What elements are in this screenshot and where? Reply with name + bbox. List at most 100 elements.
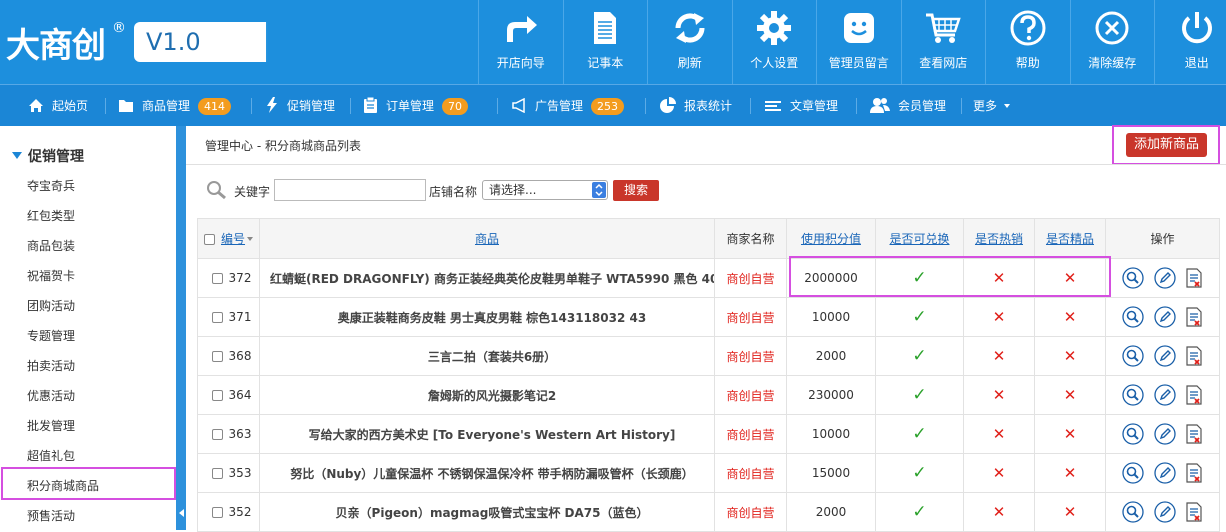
sidebar-item[interactable]: 超值礼包 bbox=[27, 447, 75, 464]
sidebar-item[interactable]: 预售活动 bbox=[27, 507, 75, 524]
topnav-notepad[interactable]: 记事本 bbox=[562, 0, 648, 84]
nav-more[interactable]: 更多 bbox=[973, 85, 1010, 127]
keyword-input[interactable] bbox=[274, 179, 426, 201]
row-checkbox[interactable] bbox=[211, 429, 223, 440]
sidebar-item[interactable]: 专题管理 bbox=[27, 327, 75, 344]
edit-icon[interactable] bbox=[1153, 267, 1176, 289]
points-value[interactable]: 230000 bbox=[786, 375, 876, 415]
goods-name[interactable]: 贝亲（Pigeon）magmag吸管式宝宝杯 DA75（蓝色） bbox=[259, 492, 715, 532]
hot-status[interactable]: ✕ bbox=[963, 414, 1035, 454]
sidebar-item[interactable]: 夺宝奇兵 bbox=[27, 177, 75, 194]
delete-doc-icon[interactable] bbox=[1185, 463, 1203, 483]
best-status[interactable]: ✕ bbox=[1034, 297, 1106, 337]
select-all-checkbox[interactable] bbox=[204, 234, 215, 245]
header-id-label[interactable]: 编号 bbox=[221, 232, 245, 246]
header-best[interactable]: 是否精品 bbox=[1034, 218, 1106, 259]
collapse-arrow-icon[interactable] bbox=[179, 509, 184, 517]
best-status[interactable]: ✕ bbox=[1034, 492, 1106, 532]
sidebar-item[interactable]: 批发管理 bbox=[27, 417, 75, 434]
exchange-status[interactable]: ✓ bbox=[875, 453, 964, 493]
edit-icon[interactable] bbox=[1153, 306, 1176, 328]
topnav-admin-message[interactable]: 管理员留言 bbox=[816, 0, 901, 84]
delete-doc-icon[interactable] bbox=[1185, 385, 1203, 405]
header-id[interactable]: 编号 bbox=[197, 218, 260, 259]
delete-doc-icon[interactable] bbox=[1185, 424, 1203, 444]
topnav-help[interactable]: 帮助 bbox=[985, 0, 1070, 84]
row-checkbox[interactable] bbox=[211, 468, 223, 479]
points-value[interactable]: 10000 bbox=[786, 414, 876, 454]
row-checkbox[interactable] bbox=[211, 390, 223, 401]
best-status[interactable]: ✕ bbox=[1034, 453, 1106, 493]
delete-doc-icon[interactable] bbox=[1185, 346, 1203, 366]
edit-icon[interactable] bbox=[1153, 345, 1176, 367]
view-icon[interactable] bbox=[1122, 423, 1144, 445]
add-goods-button[interactable]: 添加新商品 bbox=[1126, 133, 1207, 157]
hot-status[interactable]: ✕ bbox=[963, 375, 1035, 415]
sidebar-item[interactable]: 优惠活动 bbox=[27, 387, 75, 404]
delete-doc-icon[interactable] bbox=[1185, 502, 1203, 522]
sidebar-item-active[interactable]: 积分商城商品 bbox=[27, 477, 99, 494]
points-value[interactable]: 10000 bbox=[786, 297, 876, 337]
edit-icon[interactable] bbox=[1153, 384, 1176, 406]
nav-ads[interactable]: 广告管理 253 bbox=[511, 85, 625, 127]
header-goods[interactable]: 商品 bbox=[259, 218, 715, 259]
view-icon[interactable] bbox=[1122, 384, 1144, 406]
exchange-status[interactable]: ✓ bbox=[875, 414, 964, 454]
row-checkbox[interactable] bbox=[211, 273, 223, 284]
nav-members[interactable]: 会员管理 bbox=[870, 85, 946, 127]
goods-name[interactable]: 奥康正装鞋商务皮鞋 男士真皮男鞋 棕色143118032 43 bbox=[259, 297, 715, 337]
topnav-personal-settings[interactable]: 个人设置 bbox=[731, 0, 817, 84]
goods-name[interactable]: 努比（Nuby）儿童保温杯 不锈钢保温保冷杯 带手柄防漏吸管杯（长颈鹿） bbox=[259, 453, 715, 493]
view-icon[interactable] bbox=[1122, 306, 1144, 328]
topnav-clear-cache[interactable]: 清除缓存 bbox=[1069, 0, 1155, 84]
goods-name[interactable]: 三言二拍（套装共6册） bbox=[259, 336, 715, 376]
delete-doc-icon[interactable] bbox=[1185, 268, 1203, 288]
exchange-status[interactable]: ✓ bbox=[875, 297, 964, 337]
header-points[interactable]: 使用积分值 bbox=[786, 218, 876, 259]
hot-status[interactable]: ✕ bbox=[963, 336, 1035, 376]
nav-promotion[interactable]: 促销管理 bbox=[265, 85, 335, 127]
best-status[interactable]: ✕ bbox=[1034, 414, 1106, 454]
nav-orders[interactable]: 订单管理 70 bbox=[363, 85, 469, 127]
exchange-status[interactable]: ✓ bbox=[875, 336, 964, 376]
points-value[interactable]: 15000 bbox=[786, 453, 876, 493]
exchange-status[interactable]: ✓ bbox=[875, 375, 964, 415]
edit-icon[interactable] bbox=[1153, 423, 1176, 445]
topnav-open-store-wizard[interactable]: 开店向导 bbox=[478, 0, 563, 84]
header-hot[interactable]: 是否热销 bbox=[963, 218, 1035, 259]
sidebar-item[interactable]: 商品包装 bbox=[27, 237, 75, 254]
view-icon[interactable] bbox=[1122, 267, 1144, 289]
header-exchange[interactable]: 是否可兑换 bbox=[875, 218, 964, 259]
edit-icon[interactable] bbox=[1153, 501, 1176, 523]
nav-home[interactable]: 起始页 bbox=[28, 85, 88, 127]
sidebar-item[interactable]: 拍卖活动 bbox=[27, 357, 75, 374]
nav-goods[interactable]: 商品管理 414 bbox=[118, 85, 232, 127]
sidebar-item[interactable]: 红包类型 bbox=[27, 207, 75, 224]
row-checkbox[interactable] bbox=[211, 312, 223, 323]
hot-status[interactable]: ✕ bbox=[963, 492, 1035, 532]
search-button[interactable]: 搜索 bbox=[613, 180, 659, 201]
hot-status[interactable]: ✕ bbox=[963, 453, 1035, 493]
sidebar-item[interactable]: 团购活动 bbox=[27, 297, 75, 314]
goods-name[interactable]: 写给大家的西方美术史 [To Everyone's Western Art Hi… bbox=[259, 414, 715, 454]
row-checkbox[interactable] bbox=[211, 507, 223, 518]
breadcrumb-root[interactable]: 管理中心 bbox=[205, 139, 253, 153]
nav-reports[interactable]: 报表统计 bbox=[660, 85, 732, 127]
sidebar-collapse-bar[interactable] bbox=[176, 126, 186, 530]
logo[interactable]: 大商创 ® V1.0 bbox=[0, 0, 268, 84]
topnav-view-store[interactable]: 查看网店 bbox=[900, 0, 986, 84]
row-checkbox[interactable] bbox=[211, 351, 223, 362]
points-value[interactable]: 2000 bbox=[786, 492, 876, 532]
goods-name[interactable]: 詹姆斯的风光摄影笔记2 bbox=[259, 375, 715, 415]
best-status[interactable]: ✕ bbox=[1034, 375, 1106, 415]
topnav-logout[interactable]: 退出 bbox=[1154, 0, 1226, 84]
edit-icon[interactable] bbox=[1153, 462, 1176, 484]
view-icon[interactable] bbox=[1122, 501, 1144, 523]
goods-name[interactable]: 红蜻蜓(RED DRAGONFLY) 商务正装经典英伦皮鞋男单鞋子 WTA599… bbox=[259, 258, 715, 298]
nav-articles[interactable]: 文章管理 bbox=[764, 85, 838, 127]
view-icon[interactable] bbox=[1122, 345, 1144, 367]
points-value[interactable]: 2000 bbox=[786, 336, 876, 376]
delete-doc-icon[interactable] bbox=[1185, 307, 1203, 327]
exchange-status[interactable]: ✓ bbox=[875, 492, 964, 532]
sidebar-section-title[interactable]: 促销管理 bbox=[12, 146, 84, 166]
